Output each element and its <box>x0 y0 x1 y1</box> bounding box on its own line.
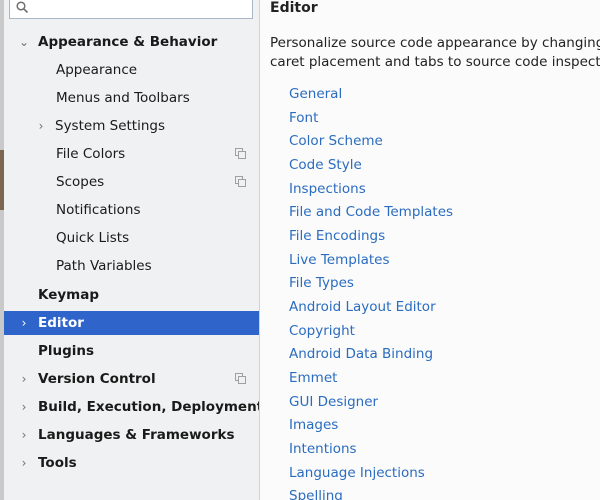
sidebar-item-quick-lists[interactable]: Quick Lists <box>4 226 259 250</box>
search-icon <box>16 1 29 14</box>
link-gui-designer[interactable]: GUI Designer <box>289 394 378 410</box>
link-inspections[interactable]: Inspections <box>289 181 366 197</box>
sidebar-item-label: Build, Execution, Deployment <box>38 399 260 415</box>
settings-content: Editor Personalize source code appearanc… <box>260 0 600 500</box>
link-images[interactable]: Images <box>289 417 338 433</box>
sidebar-item-label: Plugins <box>38 343 95 359</box>
link-language-injections[interactable]: Language Injections <box>289 465 425 481</box>
link-android-data-binding[interactable]: Android Data Binding <box>289 346 433 362</box>
sidebar-item-label: Path Variables <box>56 258 152 274</box>
sidebar-item-label: Editor <box>38 315 84 331</box>
sidebar-item-label: Keymap <box>38 287 100 303</box>
chevron-right-icon[interactable]: › <box>18 423 30 447</box>
link-live-templates[interactable]: Live Templates <box>289 252 390 268</box>
sidebar-item-label: Appearance <box>56 62 138 78</box>
sidebar-item-label: Quick Lists <box>56 230 130 246</box>
sidebar-item-appearance[interactable]: Appearance <box>4 58 259 82</box>
link-file-encodings[interactable]: File Encodings <box>289 228 385 244</box>
sidebar-item-label: System Settings <box>55 118 166 134</box>
page-description: Personalize source code appearance by ch… <box>270 34 600 72</box>
sidebar-item-version-control[interactable]: › Version Control <box>4 367 259 391</box>
chevron-right-icon[interactable]: › <box>18 395 30 419</box>
sidebar-item-file-colors[interactable]: File Colors <box>4 142 259 166</box>
sidebar-item-label: Menus and Toolbars <box>56 90 190 106</box>
chevron-down-icon[interactable]: ⌄ <box>18 30 30 54</box>
link-copyright[interactable]: Copyright <box>289 323 355 339</box>
sidebar-item-label: Notifications <box>56 202 141 218</box>
sidebar-item-appearance-behavior[interactable]: ⌄ Appearance & Behavior <box>4 30 259 54</box>
sidebar-item-build-execution-deployment[interactable]: › Build, Execution, Deployment <box>4 395 259 419</box>
link-code-style[interactable]: Code Style <box>289 157 362 173</box>
link-file-and-code-templates[interactable]: File and Code Templates <box>289 204 453 220</box>
link-spelling[interactable]: Spelling <box>289 488 343 500</box>
sidebar-item-menus-and-toolbars[interactable]: Menus and Toolbars <box>4 86 259 110</box>
project-scope-icon <box>235 176 246 187</box>
sidebar-item-label: Appearance & Behavior <box>38 34 218 50</box>
sidebar-item-keymap[interactable]: Keymap <box>4 283 259 307</box>
chevron-right-icon[interactable]: › <box>18 367 30 391</box>
search-input[interactable] <box>36 0 250 19</box>
link-intentions[interactable]: Intentions <box>289 441 357 457</box>
sidebar-item-system-settings[interactable]: › System Settings <box>4 114 259 138</box>
link-file-types[interactable]: File Types <box>289 275 354 291</box>
sidebar-item-label: Tools <box>38 455 77 471</box>
sidebar-item-languages-frameworks[interactable]: › Languages & Frameworks <box>4 423 259 447</box>
sidebar-item-editor[interactable]: › Editor <box>4 311 259 335</box>
sidebar-item-label: Scopes <box>56 174 105 190</box>
project-scope-icon <box>235 148 246 159</box>
sidebar-item-tools[interactable]: › Tools <box>4 451 259 475</box>
chevron-right-icon[interactable]: › <box>18 451 30 475</box>
link-font[interactable]: Font <box>289 110 318 126</box>
sidebar-item-label: Version Control <box>38 371 156 387</box>
settings-sidebar: ⌄ Appearance & Behavior Appearance Menus… <box>4 0 260 500</box>
sidebar-item-plugins[interactable]: Plugins <box>4 339 259 363</box>
link-android-layout-editor[interactable]: Android Layout Editor <box>289 299 436 315</box>
search-box[interactable] <box>9 0 253 19</box>
link-color-scheme[interactable]: Color Scheme <box>289 133 383 149</box>
chevron-right-icon[interactable]: › <box>18 311 30 335</box>
description-line: Personalize source code appearance by ch… <box>270 35 600 51</box>
sidebar-item-notifications[interactable]: Notifications <box>4 198 259 222</box>
sidebar-item-path-variables[interactable]: Path Variables <box>4 254 259 278</box>
sidebar-item-scopes[interactable]: Scopes <box>4 170 259 194</box>
link-emmet[interactable]: Emmet <box>289 370 337 386</box>
sidebar-item-label: File Colors <box>56 146 126 162</box>
page-title: Editor <box>270 0 318 16</box>
chevron-right-icon[interactable]: › <box>35 114 47 138</box>
description-line: caret placement and tabs to source code … <box>270 54 600 70</box>
sidebar-item-label: Languages & Frameworks <box>38 427 235 443</box>
project-scope-icon <box>235 373 246 384</box>
link-general[interactable]: General <box>289 86 342 102</box>
